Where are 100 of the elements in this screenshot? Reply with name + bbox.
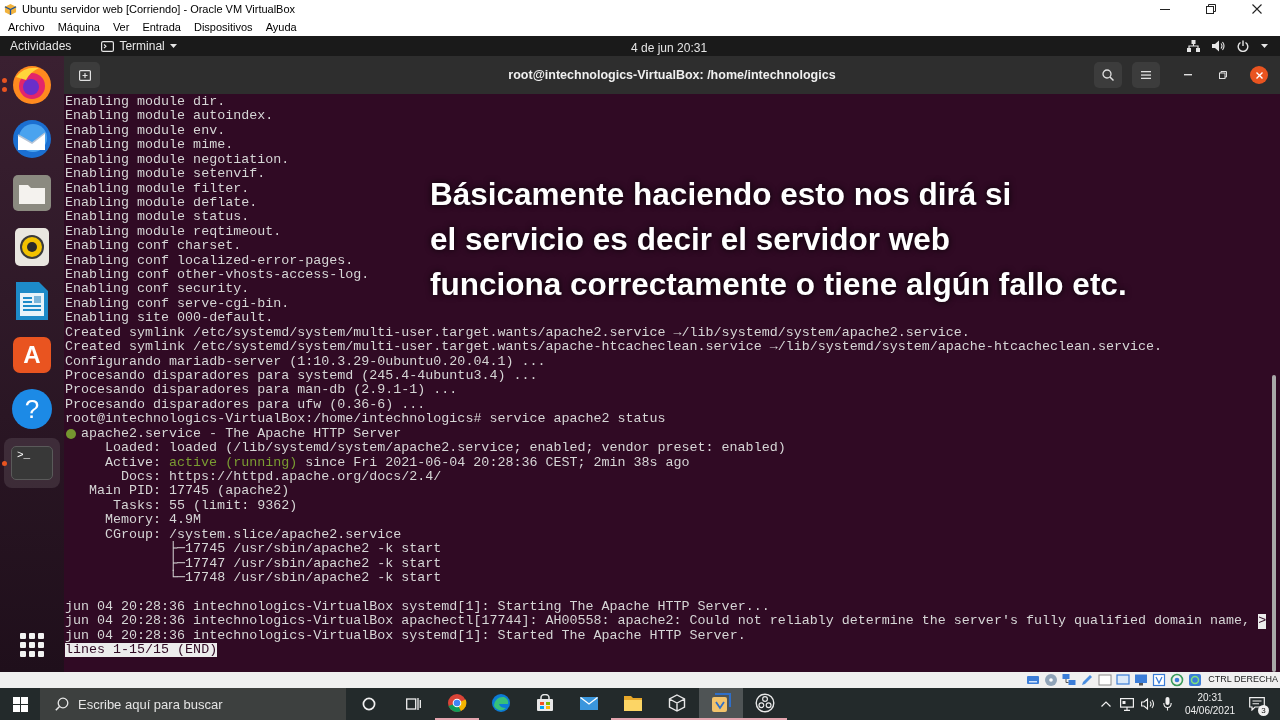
notification-button[interactable]: 3 (1242, 688, 1272, 720)
notification-icon (1249, 697, 1265, 711)
field-label: Loaded: (105, 441, 162, 456)
dock-button[interactable]: ? (4, 384, 60, 434)
terminal-line: Enabling site 000-default. (65, 311, 274, 326)
host-key-label: CTRL DERECHA (1208, 673, 1278, 687)
envelope-icon (12, 119, 52, 159)
menu-icon (1141, 71, 1151, 79)
search-icon (55, 697, 69, 711)
terminal-line: Enabling module env. (65, 123, 226, 139)
menu-button[interactable] (1132, 62, 1160, 88)
terminal-line: Enabling conf serve-cgi-bin. (65, 296, 290, 312)
search-icon (1102, 69, 1114, 81)
clock[interactable]: 4 de jun 20:31 (631, 39, 708, 57)
document-icon (16, 282, 48, 320)
volume-icon[interactable] (1141, 698, 1155, 710)
terminal-line: └─17748 /usr/sbin/apache2 -k start (169, 570, 442, 586)
restore-icon (1219, 71, 1227, 79)
taskbar-time[interactable]: 20:31 (1197, 691, 1223, 704)
terminal-line: Enabling conf other-vhosts-access-log. (65, 268, 370, 283)
close-icon (1255, 71, 1263, 79)
menu-item[interactable]: Máquina (57, 18, 100, 36)
field-value: 17745 (apache2) (169, 484, 290, 499)
store-icon: A (13, 337, 51, 373)
help-icon: ? (12, 389, 52, 429)
new-tab-icon (79, 69, 91, 81)
terminal-line: Enabling module filter. (65, 181, 250, 196)
folder-icon (13, 175, 51, 211)
terminal-line: root@intechnologics-VirtualBox:/home/intechnologics# service apache2 status (65, 412, 666, 427)
terminal-line: Procesando disparadores para systemd (245.4-4ubuntu3.4) ... (65, 369, 538, 384)
terminal-line: Enabling conf charset. (65, 239, 242, 254)
caret-icon (169, 44, 177, 48)
terminal-line: Enabling module reqtimeout. (65, 224, 282, 240)
folder-icon (624, 695, 642, 711)
terminal-line: Enabling conf localized-error-pages. (65, 253, 354, 269)
terminal-line: jun 04 20:28:36 intechnologics-VirtualBox systemd[1]: Started The Apache HTTP Server. (65, 628, 746, 644)
field-label: Tasks: (113, 498, 162, 514)
caret-icon[interactable] (1261, 44, 1268, 48)
menu-item[interactable]: Ver (112, 18, 130, 36)
activities-button[interactable]: Actividades (10, 37, 72, 55)
shopping-bag-icon (536, 694, 554, 712)
notification-count: 3 (1258, 705, 1269, 716)
microphone-icon[interactable] (1163, 697, 1172, 711)
scrollbar-thumb[interactable] (1272, 375, 1276, 672)
field-value: https://httpd.apache.org/docs/2.4/ (169, 469, 442, 485)
cube-icon (668, 694, 686, 712)
pager-status: lines 1-15/15 (END) (65, 643, 218, 658)
status-dot-icon (66, 428, 76, 439)
field-value: 4.9M (169, 513, 202, 528)
close-icon (1252, 4, 1262, 14)
chevron-box-icon[interactable] (1152, 673, 1167, 687)
terminal-line: Enabling module deflate. (65, 195, 258, 211)
cube-icon (4, 2, 17, 16)
app-grid-icon[interactable] (20, 633, 44, 657)
aperture-icon (755, 693, 775, 713)
search-button[interactable] (1094, 62, 1122, 88)
browser-icon (447, 693, 467, 713)
field-label: Memory: (105, 513, 162, 528)
terminal-line: apache2.service - The Apache HTTP Server (81, 426, 402, 442)
ring-icon[interactable] (1188, 673, 1203, 687)
volume-icon[interactable] (1212, 40, 1225, 52)
menu-item[interactable]: Ayuda (265, 18, 297, 36)
terminal-line: jun 04 20:28:36 intechnologics-VirtualBox systemd[1]: Starting The Apache HTTP Server... (65, 599, 770, 615)
dock-button[interactable]: >_ (4, 438, 60, 488)
overflow-marker: > (1258, 614, 1267, 629)
up-caret-icon[interactable] (1101, 701, 1111, 707)
circle-icon (362, 697, 376, 711)
caption-text: Básicamente haciendo esto nos dirá si el servicio es decir el servidor web funciona correctamente o tiene algún fallo etc. (430, 175, 1127, 304)
minimize-icon (1160, 8, 1170, 10)
terminal-line: Procesando disparadores para man-db (2.9.1-1) ... (65, 383, 458, 398)
terminal-line: Created symlink /etc/systemd/system/multi-user.target.wants/apache-htcacheclean.service →/lib/systemd/system/apache-htcacheclean.service. (65, 340, 1163, 355)
close-button[interactable] (1250, 66, 1268, 84)
windows-icon (12, 696, 28, 712)
search-field[interactable]: Escribe aquí para buscar (40, 688, 346, 720)
terminal-line: Created symlink /etc/systemd/system/multi-user.target.wants/apache2.service →/lib/systemd/system/apache2.service. (65, 325, 970, 341)
field-value: loaded (/lib/systemd/system/apache2.service; enabled; vendor preset: enabled) (169, 441, 786, 456)
new-tab-button[interactable] (70, 62, 100, 88)
field-label: Docs: (121, 469, 162, 485)
app-menu[interactable]: Terminal (101, 37, 177, 55)
taskbar-date[interactable]: 04/06/2021 (1184, 704, 1236, 717)
network-icon[interactable] (1187, 40, 1200, 52)
field-value: 55 (limit: 9362) (169, 498, 298, 514)
terminal-line: Enabling module status. (65, 210, 250, 225)
menu-item[interactable]: Entrada (142, 18, 181, 36)
minimize-icon (1184, 74, 1192, 76)
swirl-icon (491, 693, 511, 713)
terminal-line: Enabling module negotiation. (65, 152, 290, 168)
window-title: Ubuntu servidor web [Corriendo] - Oracle VM VirtualBox (22, 1, 296, 17)
menu-item[interactable]: Dispositivos (193, 18, 253, 36)
service-state: active (running) (169, 455, 298, 470)
target-icon[interactable] (1170, 673, 1185, 687)
monitor-icon[interactable] (1134, 673, 1149, 687)
dock-button[interactable]: A (4, 330, 60, 380)
field-label: Main PID: (89, 484, 162, 499)
terminal-line: Enabling conf security. (65, 282, 250, 297)
field-label: CGroup: (105, 527, 162, 543)
terminal-line: Enabling module dir. (65, 95, 226, 110)
power-icon[interactable] (1237, 40, 1249, 52)
network-icon[interactable] (1120, 697, 1134, 711)
menu-item[interactable]: Archivo (8, 18, 45, 36)
